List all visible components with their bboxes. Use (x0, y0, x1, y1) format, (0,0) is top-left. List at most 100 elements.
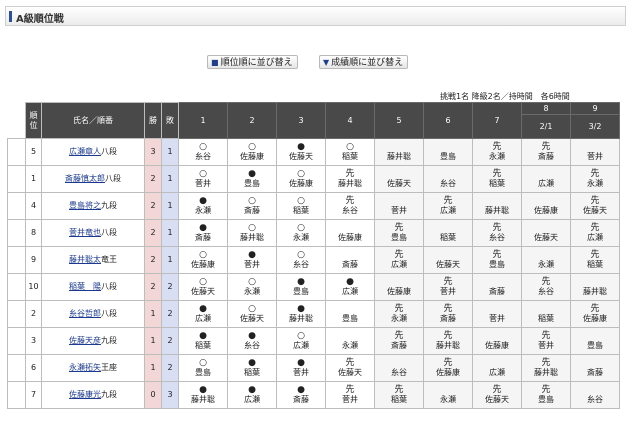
sort-by-rank-button[interactable]: ■ 順位順に並び替え (207, 55, 298, 69)
player-link[interactable]: 佐藤天彦 (69, 336, 101, 345)
result-mark: 先 (492, 250, 502, 260)
result-mark: ● (248, 250, 256, 260)
result-mark (327, 223, 374, 233)
result-cell: ○ 佐藤康 (276, 165, 326, 193)
opponent-name: 広瀬 (195, 314, 211, 323)
result-cell: 佐藤天 (423, 246, 473, 274)
player-link[interactable]: 糸谷哲郎 (69, 309, 101, 318)
player-link[interactable]: 藤井聡太 (69, 255, 101, 264)
player-title: 九段 (101, 336, 117, 345)
sort-by-score-button[interactable]: ▼ 成績順に並び替え (319, 55, 409, 69)
opponent-name: 菅井 (538, 341, 554, 350)
result-cell: 永瀬 (521, 246, 571, 274)
result-cell: ○ 斎藤 (227, 192, 277, 220)
result-cell: ● 広瀬 (178, 300, 228, 328)
opponent-name: 藤井聡 (387, 152, 411, 161)
row-marker (7, 165, 26, 193)
result-cell: ○ 豊島 (178, 354, 228, 382)
result-cell: ○ 佐藤康 (227, 138, 277, 166)
player-name-cell: 藤井聡太竜王 (41, 246, 145, 274)
result-mark: ● (199, 196, 207, 206)
wins-cell: 2 (144, 165, 162, 193)
opponent-name: 永瀬 (587, 179, 603, 188)
result-mark: 先 (394, 331, 404, 341)
col-header-round: 5 (374, 102, 424, 139)
row-marker (7, 192, 26, 220)
col-header-round: 2 (227, 102, 277, 139)
table-row: 6 永瀬拓矢王座 1 2 ○ 豊島 ● 稲葉 ● 菅井先佐藤天 糸谷先佐藤康 広瀬先藤井聡 斎藤 (7, 354, 620, 382)
player-link[interactable]: 稲葉 陽 (69, 282, 101, 291)
opponent-name: 稲葉 (293, 206, 309, 215)
result-cell: ● 佐藤天 (276, 138, 326, 166)
result-mark (572, 358, 619, 368)
result-mark: ● (297, 142, 305, 152)
opponent-name: 糸谷 (587, 395, 603, 404)
result-mark (572, 142, 619, 152)
result-cell: 先菅井 (521, 327, 571, 355)
result-mark: ○ (248, 142, 256, 152)
col-header-round: 9 (570, 102, 620, 115)
result-cell: 先豊島 (472, 246, 522, 274)
result-mark: 先 (590, 223, 600, 233)
result-mark (572, 385, 619, 395)
result-cell: 永瀬 (325, 327, 375, 355)
result-mark: ● (297, 385, 305, 395)
player-link[interactable]: 斎藤慎太郎 (65, 174, 105, 183)
opponent-name: 佐藤康 (338, 233, 362, 242)
result-cell: ● 永瀬 (178, 192, 228, 220)
result-mark: ○ (297, 223, 305, 233)
result-mark: ○ (297, 169, 305, 179)
result-cell: 先藤井聡 (325, 165, 375, 193)
player-name-cell: 糸谷哲郎八段 (41, 300, 145, 328)
opponent-name: 藤井聡 (436, 341, 460, 350)
result-cell: 先稲葉 (374, 381, 424, 409)
wins-cell: 1 (144, 300, 162, 328)
result-cell: 佐藤康 (521, 192, 571, 220)
opponent-name: 永瀬 (538, 260, 554, 269)
col-header-round: 1 (178, 102, 228, 139)
result-cell: 稲葉 (521, 300, 571, 328)
wins-cell: 0 (144, 381, 162, 409)
player-link[interactable]: 永瀬拓矢 (69, 363, 101, 372)
result-cell: ○ 佐藤天 (227, 300, 277, 328)
triangle-down-icon: ▼ (323, 58, 330, 67)
result-cell: 斎藤 (570, 354, 620, 382)
player-link[interactable]: 佐藤康光 (69, 390, 101, 399)
result-mark: ● (297, 304, 305, 314)
result-cell: 先豊島 (521, 381, 571, 409)
losses-cell: 2 (161, 300, 179, 328)
rank-cell: 4 (25, 192, 42, 220)
opponent-name: 藤井聡 (289, 314, 313, 323)
result-mark (523, 169, 570, 179)
player-link[interactable]: 豊島将之 (69, 201, 101, 210)
result-mark (327, 304, 374, 314)
rank-cell: 9 (25, 246, 42, 274)
table-row: 3 佐藤天彦九段 1 2 ● 稲葉 ● 糸谷 ○ 広瀬 永瀬先斎藤先藤井聡 佐藤康先菅井 豊島 (7, 327, 620, 355)
result-mark: ● (199, 385, 207, 395)
result-cell: 先藤井聡 (521, 354, 571, 382)
col-header-name: 氏名／順番 (41, 102, 145, 139)
result-cell: 先稲葉 (472, 165, 522, 193)
result-cell: 佐藤康 (374, 273, 424, 301)
opponent-name: 糸谷 (489, 233, 505, 242)
losses-cell: 1 (161, 138, 179, 166)
opponent-name: 永瀬 (293, 233, 309, 242)
result-cell: 先佐藤康 (570, 300, 620, 328)
result-mark (523, 250, 570, 260)
table-row: 8 菅井竜也八段 2 1 ● 斎藤 ○ 藤井聡 ○ 永瀬 佐藤康先豊島 稲葉先糸谷 佐藤天先広瀬 (7, 219, 620, 247)
result-cell: 糸谷 (423, 165, 473, 193)
result-mark: ○ (199, 250, 207, 260)
col-header-wins: 勝 (144, 102, 162, 139)
losses-cell: 3 (161, 381, 179, 409)
opponent-name: 菅井 (342, 395, 358, 404)
losses-cell: 2 (161, 273, 179, 301)
player-link[interactable]: 広瀬章人 (69, 147, 101, 156)
opponent-name: 稲葉 (587, 260, 603, 269)
opponent-name: 糸谷 (342, 206, 358, 215)
opponent-name: 広瀬 (293, 341, 309, 350)
opponent-name: 糸谷 (244, 341, 260, 350)
result-mark: 先 (492, 223, 502, 233)
player-name-cell: 永瀬拓矢王座 (41, 354, 145, 382)
player-link[interactable]: 菅井竜也 (69, 228, 101, 237)
opponent-name: 佐藤康 (387, 287, 411, 296)
